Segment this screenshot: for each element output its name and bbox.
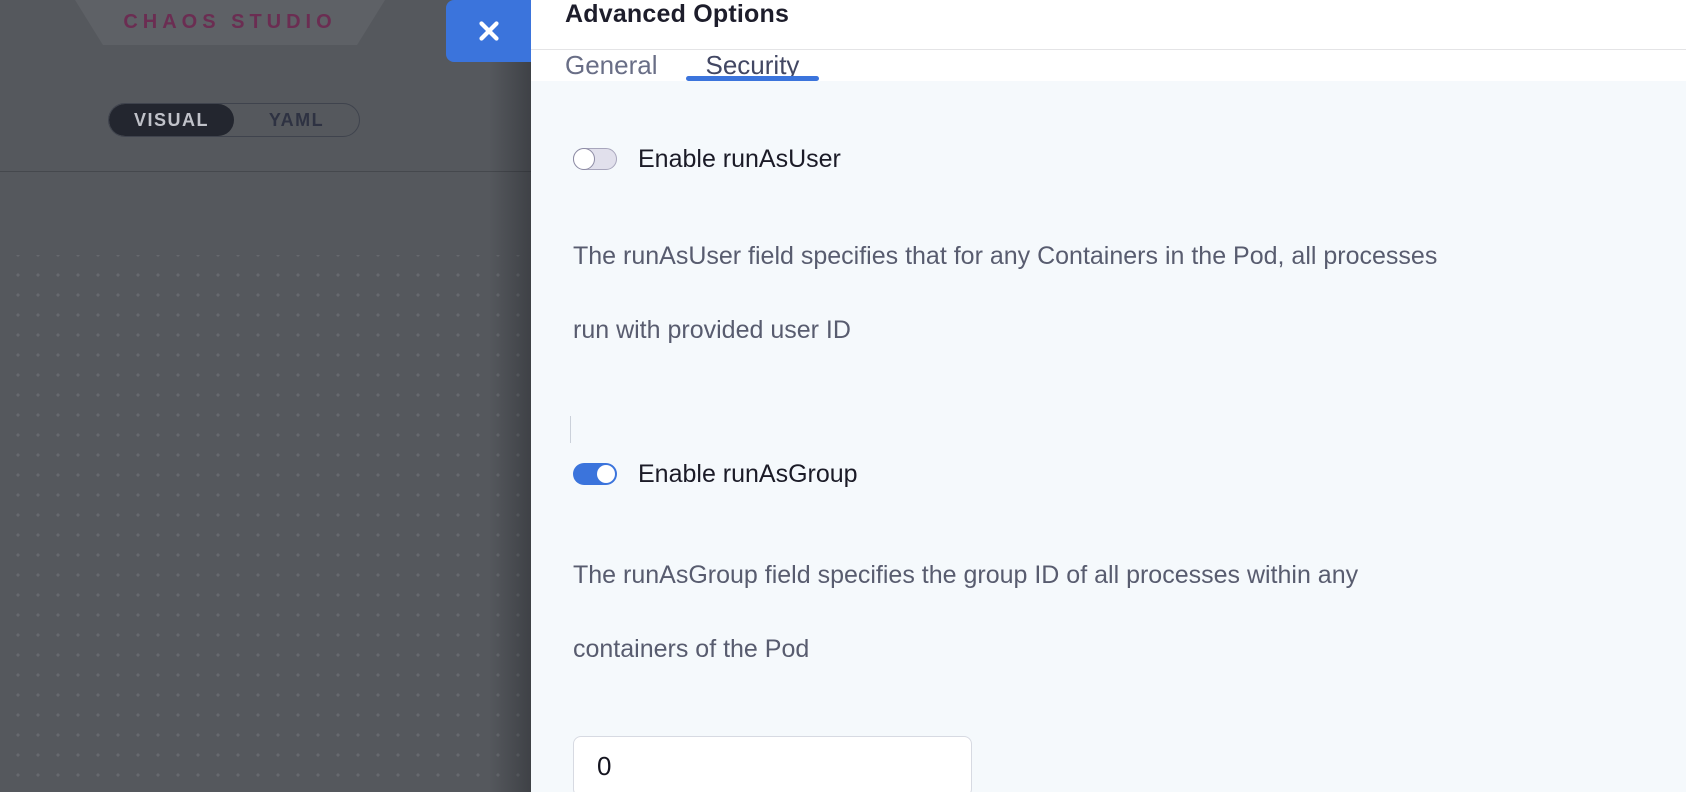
- run-as-group-id-input[interactable]: [573, 736, 972, 792]
- enable-run-as-group-toggle[interactable]: [573, 463, 617, 485]
- drawer-title: Advanced Options: [565, 0, 789, 29]
- enable-run-as-user-toggle[interactable]: [573, 148, 617, 170]
- toggle-knob: [573, 148, 595, 170]
- run-as-group-row: Enable runAsGroup: [573, 459, 1646, 489]
- drawer-header: Advanced Options: [531, 0, 1686, 50]
- description-line: containers of the Pod: [573, 631, 1608, 668]
- drawer-tabbar: General Security: [531, 50, 1686, 81]
- tab-general-label: General: [565, 50, 658, 81]
- run-as-user-description: The runAsUser field specifies that for a…: [573, 201, 1608, 386]
- screen: CHAOS STUDIO VISUAL YAML Advanced Option…: [0, 0, 1686, 792]
- description-line: run with provided user ID: [573, 312, 1608, 349]
- visual-yaml-toggle: VISUAL YAML: [108, 103, 360, 137]
- chaos-studio-logo-text: CHAOS STUDIO: [123, 11, 336, 34]
- close-icon: [478, 20, 500, 42]
- run-as-group-label: Enable runAsGroup: [638, 460, 858, 489]
- toggle-knob: [597, 465, 615, 483]
- description-line: The runAsUser field specifies that for a…: [573, 238, 1608, 275]
- header-divider: [0, 171, 531, 172]
- run-as-user-label: Enable runAsUser: [638, 145, 841, 174]
- tab-security[interactable]: Security: [686, 50, 820, 81]
- yaml-mode-button[interactable]: YAML: [234, 104, 359, 136]
- chaos-studio-background: CHAOS STUDIO VISUAL YAML: [0, 0, 531, 792]
- description-line: The runAsGroup field specifies the group…: [573, 557, 1608, 594]
- security-tab-content: Enable runAsUser The runAsUser field spe…: [531, 81, 1686, 792]
- close-drawer-button[interactable]: [446, 0, 531, 62]
- run-as-group-description: The runAsGroup field specifies the group…: [573, 520, 1608, 705]
- text-caret: [570, 416, 571, 443]
- chaos-studio-logo-banner: CHAOS STUDIO: [75, 0, 385, 45]
- advanced-options-drawer: Advanced Options General Security Enable…: [531, 0, 1686, 792]
- pipeline-canvas-dotted-grid: [0, 255, 531, 792]
- tab-general[interactable]: General: [545, 50, 678, 81]
- run-as-user-row: Enable runAsUser: [573, 144, 1646, 174]
- visual-mode-button[interactable]: VISUAL: [109, 104, 234, 136]
